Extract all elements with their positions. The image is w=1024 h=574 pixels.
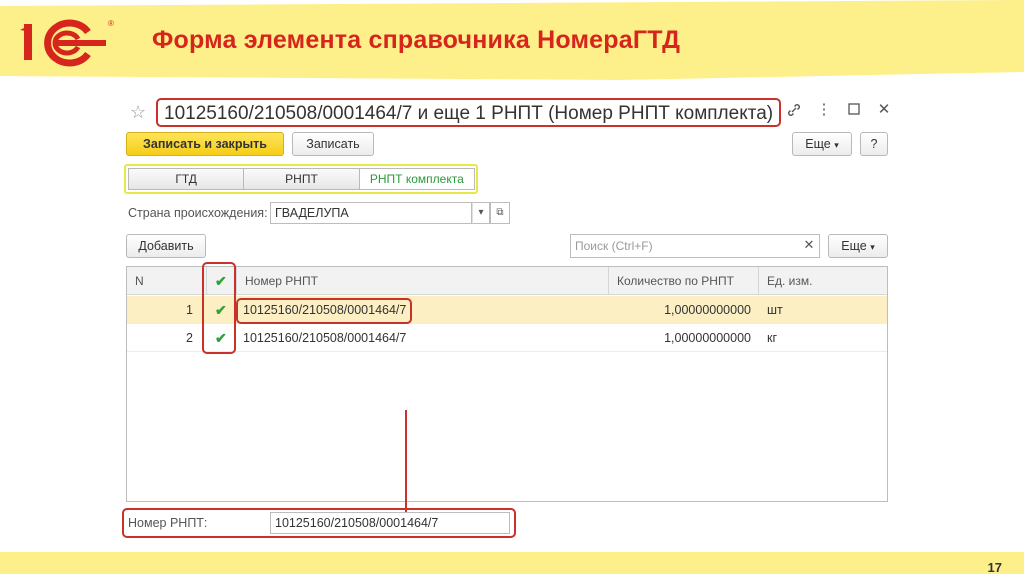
column-quantity[interactable]: Количество по РНПТ bbox=[609, 267, 759, 295]
column-unit[interactable]: Ед. изм. bbox=[759, 267, 887, 295]
table-more-label: Еще bbox=[841, 239, 867, 253]
window-controls: ⋮ ✕ bbox=[786, 102, 892, 118]
country-field[interactable]: ГВАДЕЛУПА bbox=[270, 202, 472, 224]
column-check[interactable]: ✔ bbox=[207, 267, 237, 295]
chevron-down-icon: ▾ bbox=[834, 140, 839, 150]
rnpt-number-cell: 10125160/210508/0001464/7 bbox=[243, 303, 407, 317]
table-row[interactable]: 2 ✔ 10125160/210508/0001464/7 1,00000000… bbox=[127, 324, 887, 352]
star-icon[interactable]: ☆ bbox=[130, 102, 146, 123]
catalog-item-form: ☆ 10125160/210508/0001464/7 и еще 1 РНПТ… bbox=[118, 92, 898, 548]
rnpt-number-field[interactable]: 10125160/210508/0001464/7 bbox=[270, 512, 510, 534]
rnpt-number-label: Номер РНПТ: bbox=[128, 516, 208, 530]
table-more-button[interactable]: Еще ▾ bbox=[828, 234, 888, 258]
checkmark-icon[interactable]: ✔ bbox=[215, 330, 227, 347]
table-row[interactable]: 1 ✔ 10125160/210508/0001464/7 1,00000000… bbox=[127, 296, 887, 324]
checkmark-icon: ✔ bbox=[215, 273, 227, 289]
add-button[interactable]: Добавить bbox=[126, 234, 206, 258]
slide-title: Форма элемента справочника НомераГТД bbox=[152, 26, 681, 54]
close-icon[interactable]: ✕ bbox=[876, 102, 892, 118]
chevron-down-icon: ▾ bbox=[870, 242, 875, 252]
row-number: 2 bbox=[186, 331, 193, 345]
page-number: 17 bbox=[987, 560, 1002, 574]
tab-rnpt[interactable]: РНПТ bbox=[243, 168, 360, 190]
column-n[interactable]: N bbox=[127, 267, 207, 295]
rnpt-number-cell: 10125160/210508/0001464/7 bbox=[243, 331, 407, 345]
save-button[interactable]: Записать bbox=[292, 132, 374, 156]
checkmark-icon[interactable]: ✔ bbox=[215, 302, 227, 319]
rnpt-table: N ✔ Номер РНПТ Количество по РНПТ Ед. из… bbox=[126, 266, 888, 502]
clear-search-icon[interactable]: ✕ bbox=[798, 234, 820, 258]
slide-footer-band bbox=[0, 552, 1024, 574]
row-number: 1 bbox=[186, 303, 193, 317]
link-icon[interactable] bbox=[786, 102, 802, 118]
column-rnpt-number[interactable]: Номер РНПТ bbox=[237, 267, 609, 295]
annotation-arrow-line bbox=[405, 410, 407, 524]
unit-cell: кг bbox=[767, 331, 778, 345]
tabs: ГТД РНПТ РНПТ комплекта bbox=[124, 164, 478, 194]
svg-text:®: ® bbox=[108, 19, 114, 28]
table-header: N ✔ Номер РНПТ Количество по РНПТ Ед. из… bbox=[127, 267, 887, 295]
form-title: 10125160/210508/0001464/7 и еще 1 РНПТ (… bbox=[156, 98, 782, 127]
dropdown-icon[interactable]: ▾ bbox=[472, 202, 490, 224]
search-input[interactable]: Поиск (Ctrl+F) bbox=[570, 234, 820, 258]
help-button[interactable]: ? bbox=[860, 132, 888, 156]
more-menu-button[interactable]: Еще ▾ bbox=[792, 132, 852, 156]
save-and-close-button[interactable]: Записать и закрыть bbox=[126, 132, 284, 156]
open-icon[interactable]: ⧉ bbox=[490, 202, 510, 224]
more-icon[interactable]: ⋮ bbox=[816, 102, 832, 118]
quantity-cell: 1,00000000000 bbox=[664, 303, 751, 317]
1c-logo: ® bbox=[20, 19, 114, 67]
quantity-cell: 1,00000000000 bbox=[664, 331, 751, 345]
country-label: Страна происхождения: bbox=[128, 206, 268, 220]
maximize-icon[interactable] bbox=[846, 102, 862, 118]
more-label: Еще bbox=[805, 137, 831, 151]
tab-rnpt-kit[interactable]: РНПТ комплекта bbox=[358, 168, 475, 190]
unit-cell: шт bbox=[767, 303, 783, 317]
tab-gtd[interactable]: ГТД bbox=[128, 168, 245, 190]
